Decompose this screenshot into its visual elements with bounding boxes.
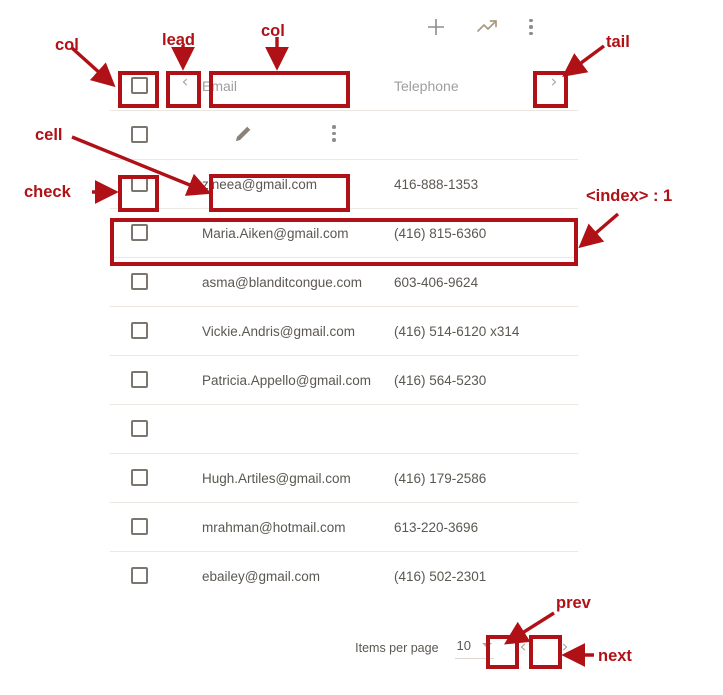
row-lead-spacer [168,307,202,319]
row-checkbox[interactable] [130,420,148,437]
row-select-cell[interactable] [110,356,168,388]
row-checkbox[interactable] [130,469,148,486]
table-action-row [110,111,578,160]
telephone-value: (416) 564-5230 [394,373,487,388]
more-vert-icon[interactable] [529,18,533,36]
telephone-value: 416-888-1353 [394,177,479,192]
telephone-cell: (416) 564-5230 [394,356,532,390]
action-row-select-cell[interactable] [110,111,168,143]
table-row[interactable]: Hugh.Artiles@gmail.com (416) 179-2586 [110,454,578,503]
annotation-box-next [529,635,562,669]
annotation-label: check [24,183,71,201]
table-row[interactable]: Vickie.Andris@gmail.com (416) 514-6120 x3… [110,307,578,356]
row-checkbox[interactable] [130,371,148,388]
email-cell: mrahman@hotmail.com [202,503,394,537]
email-value: asma@blanditcongue.com [202,275,363,290]
annotation-box-lead [166,71,201,108]
email-value: Vickie.Andris@gmail.com [202,324,356,339]
row-select-cell[interactable] [110,405,168,437]
telephone-value: (416) 179-2586 [394,471,487,486]
annotation-box-col-checkbox [118,71,159,108]
row-checkbox[interactable] [130,518,148,535]
annotation-box-cell [209,174,350,212]
annotation-box-row-index [110,218,578,266]
action-row-more-dots [332,125,336,142]
email-cell: Hugh.Artiles@gmail.com [202,454,394,488]
email-value: mrahman@hotmail.com [202,520,346,535]
row-checkbox[interactable] [130,567,148,584]
action-row-icons [202,111,384,144]
table-row[interactable]: ebailey@gmail.com (416) 502-2301 [110,552,578,601]
email-cell [202,405,394,420]
row-lead-spacer [168,454,202,466]
telephone-column-header[interactable]: Telephone [394,62,532,96]
chevron-left-icon: ‹ [519,637,527,657]
table-row[interactable]: Patricia.Appello@gmail.com (416) 564-5230 [110,356,578,405]
annotation-label: col [261,22,285,40]
telephone-value: (416) 514-6120 x314 [394,324,520,339]
add-icon[interactable] [425,16,447,38]
items-per-page-value: 10 [456,638,471,653]
table-row[interactable] [110,405,578,454]
telephone-cell: (416) 514-6120 x314 [394,307,532,341]
annotation-box-tail [533,71,568,108]
annotation-label: <index> : 1 [586,187,673,205]
email-cell: ebailey@gmail.com [202,552,394,586]
email-value: Patricia.Appello@gmail.com [202,373,372,388]
trending-up-icon[interactable] [476,17,500,37]
telephone-cell: (416) 502-2301 [394,552,532,586]
telephone-cell: 416-888-1353 [394,160,532,194]
telephone-column-label: Telephone [394,78,459,94]
telephone-cell [394,405,532,420]
row-select-cell[interactable] [110,503,168,535]
table-row[interactable]: mrahman@hotmail.com 613-220-3696 [110,503,578,552]
row-lead-spacer [168,160,202,172]
email-cell: Patricia.Appello@gmail.com [202,356,394,390]
row-select-cell[interactable] [110,552,168,584]
annotation-label: next [598,647,632,665]
email-value: Hugh.Artiles@gmail.com [202,471,351,486]
row-lead-spacer [168,552,202,564]
telephone-value: 613-220-3696 [394,520,479,535]
action-row-more-vert-icon[interactable] [284,125,384,142]
annotation-box-prev [486,635,519,669]
annotation-label: prev [556,594,591,612]
telephone-cell: (416) 179-2586 [394,454,532,488]
chevron-right-icon: › [561,637,569,657]
annotation-box-check [118,175,159,212]
row-lead-spacer [168,503,202,515]
annotation-box-col-email [209,71,350,108]
table-toolbar [425,16,533,38]
row-select-cell[interactable] [110,454,168,486]
annotation-label: col [55,36,79,54]
annotation-label: lead [162,31,196,49]
telephone-cell: 613-220-3696 [394,503,532,537]
data-table: ‹ Email Telephone › zineea@gmail.com 416… [110,62,578,601]
telephone-value: (416) 502-2301 [394,569,487,584]
annotation-label: tail [606,33,630,51]
edit-pencil-icon[interactable] [202,123,284,144]
action-row-checkbox[interactable] [130,126,148,143]
row-lead-spacer [168,356,202,368]
items-per-page-label: Items per page [355,640,439,655]
row-lead-spacer [168,405,202,417]
action-row-spacer [168,111,202,123]
email-value: ebailey@gmail.com [202,569,320,584]
row-select-cell[interactable] [110,307,168,339]
telephone-value: 603-406-9624 [394,275,479,290]
screenshot-root: ‹ Email Telephone › zineea@gmail.com 416… [0,0,723,695]
row-checkbox[interactable] [130,273,148,290]
more-vert-dots [529,18,533,36]
email-cell: Vickie.Andris@gmail.com [202,307,394,341]
row-checkbox[interactable] [130,322,148,339]
annotation-label: cell [35,126,63,144]
